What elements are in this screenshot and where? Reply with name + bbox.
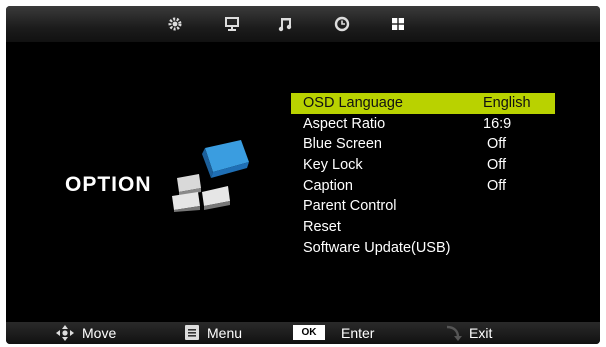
menu-key-icon — [185, 325, 199, 344]
option-grid-icon[interactable] — [389, 15, 407, 33]
exit-hint: Exit — [469, 325, 493, 341]
menu-item-reset[interactable]: Reset — [291, 217, 555, 238]
menu-item-label: Reset — [303, 219, 341, 236]
menu-item-label: Caption — [303, 177, 353, 194]
music-note-icon[interactable] — [276, 15, 294, 33]
option-blocks-icon — [171, 134, 251, 217]
enter-hint: Enter — [341, 325, 375, 341]
menu-item-value: 16:9 — [483, 115, 512, 132]
ok-key-badge: OK — [293, 325, 325, 340]
gear-icon[interactable] — [166, 15, 184, 33]
menu-item-software-update[interactable]: Software Update(USB) — [291, 238, 555, 259]
move-hint: Move — [82, 325, 117, 341]
menu-item-parent-control[interactable]: Parent Control — [291, 196, 555, 217]
osd-screen: OPTION OSD Language English Aspect Ratio… — [6, 6, 600, 344]
menu-item-label: Key Lock — [303, 157, 363, 174]
menu-item-label: Aspect Ratio — [303, 115, 386, 132]
menu-item-label: OSD Language — [303, 95, 403, 111]
menu-item-label: Parent Control — [303, 198, 397, 215]
move-arrows-icon — [56, 325, 74, 344]
menu-item-caption[interactable]: Caption Off — [291, 176, 555, 197]
page-title: OPTION — [65, 173, 152, 196]
menu-item-aspect-ratio[interactable]: Aspect Ratio 16:9 — [291, 114, 555, 135]
menu-hint: Menu — [207, 325, 243, 341]
monitor-icon[interactable] — [223, 15, 241, 33]
menu-item-value: Off — [487, 157, 507, 174]
menu-item-osd-language[interactable]: OSD Language English — [291, 93, 555, 114]
menu-item-label: Software Update(USB) — [303, 239, 451, 256]
menu-item-key-lock[interactable]: Key Lock Off — [291, 155, 555, 176]
exit-arrow-icon — [444, 325, 462, 344]
menu-item-blue-screen[interactable]: Blue Screen Off — [291, 134, 555, 155]
menu-item-value: Off — [487, 136, 507, 153]
menu-item-value: Off — [487, 177, 507, 194]
category-bar — [6, 6, 600, 42]
menu-item-value: English — [483, 95, 531, 111]
option-menu: OSD Language English Aspect Ratio 16:9 B… — [291, 93, 555, 259]
clock-icon[interactable] — [333, 15, 351, 33]
hint-bar: Move Menu OK Enter Exit — [6, 322, 600, 344]
menu-item-label: Blue Screen — [303, 136, 382, 153]
